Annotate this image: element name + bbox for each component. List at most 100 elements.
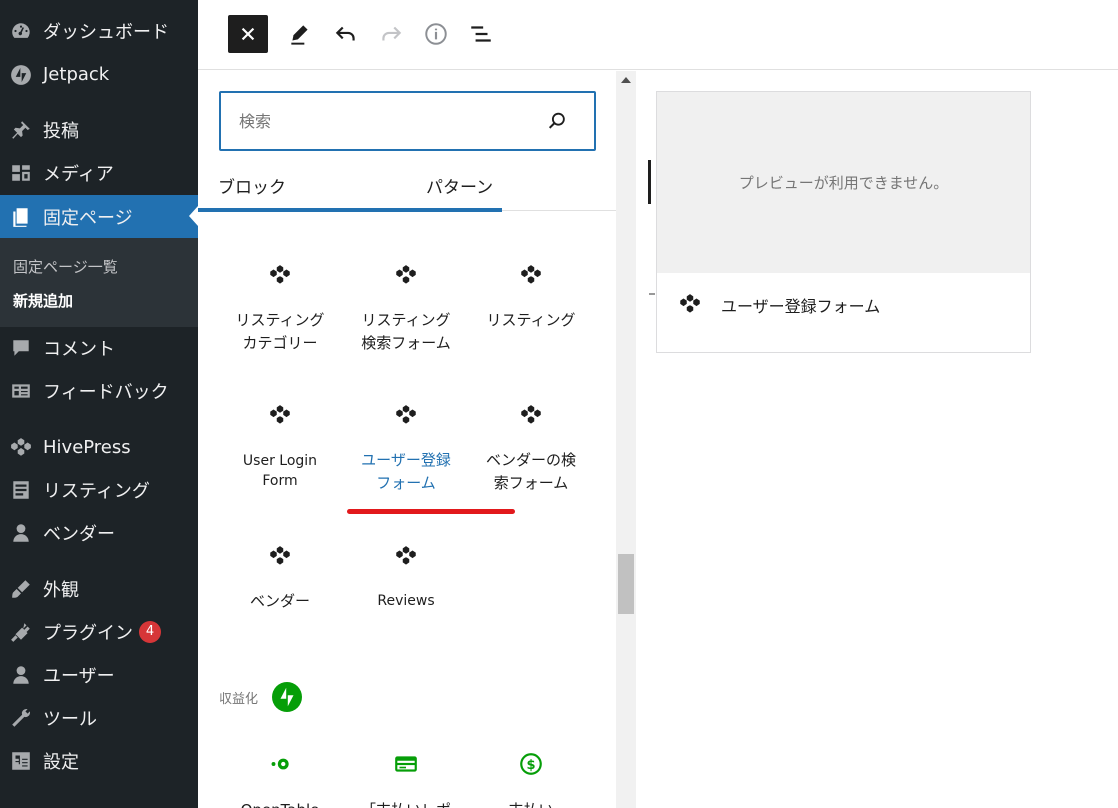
redo-icon bbox=[382, 26, 402, 41]
block-user-login-form[interactable]: User Login Form bbox=[217, 403, 343, 491]
hivepress-icon bbox=[8, 435, 34, 461]
block-search-input[interactable] bbox=[239, 108, 529, 134]
sidebar-item-comments[interactable]: コメント bbox=[0, 326, 198, 369]
block-payments[interactable]: $ bbox=[468, 751, 594, 777]
sidebar-item-users[interactable]: ユーザー bbox=[0, 653, 198, 696]
search-icon[interactable] bbox=[546, 110, 568, 132]
page-icon bbox=[8, 204, 34, 230]
vendor-icon bbox=[8, 520, 34, 546]
inserter-scrollbar[interactable] bbox=[616, 71, 636, 808]
sidebar-item-jetpack[interactable]: Jetpack bbox=[0, 53, 198, 96]
sidebar-item-label: メディア bbox=[43, 163, 114, 185]
inserter-tabs: ブロック パターン bbox=[198, 159, 616, 212]
block-listing-categories[interactable]: リスティング カテゴリー bbox=[217, 263, 343, 355]
block-opentable[interactable] bbox=[217, 751, 343, 777]
undo-icon bbox=[335, 26, 355, 41]
sidebar-item-appearance[interactable]: 外観 bbox=[0, 567, 198, 610]
sidebar-item-label: 設定 bbox=[43, 751, 79, 773]
sidebar-item-label: リスティング bbox=[43, 480, 150, 502]
scroll-up-arrow-icon[interactable] bbox=[621, 77, 631, 83]
category-monetization: 収益化 bbox=[219, 682, 303, 712]
scrollbar-thumb[interactable] bbox=[618, 554, 634, 614]
block-listing-search-form[interactable]: リスティング 検索フォーム bbox=[343, 263, 469, 355]
block-preview-card: プレビューが利用できません。 ユーザー登録フォーム bbox=[656, 91, 1031, 353]
dollar-icon: $ bbox=[520, 753, 542, 775]
sidebar-item-media[interactable]: メディア bbox=[0, 151, 198, 194]
sidebar-item-dashboard[interactable]: ダッシュボード bbox=[0, 9, 198, 52]
list-view-icon bbox=[471, 26, 491, 42]
pin-icon bbox=[8, 117, 34, 143]
sidebar-item-feedback[interactable]: フィードバック bbox=[0, 369, 198, 412]
hivepress-icon bbox=[396, 265, 416, 284]
admin-sidebar: ダッシュボード Jetpack 投稿 メディア 固定ページ 固定ページ一覧 新規… bbox=[0, 0, 198, 808]
jetpack-icon bbox=[8, 62, 34, 88]
submenu-item-all-pages[interactable]: 固定ページ一覧 bbox=[13, 256, 118, 277]
hivepress-icon bbox=[270, 405, 290, 424]
block-user-registration-form[interactable]: ユーザー登録 フォーム bbox=[343, 403, 469, 495]
hivepress-icon bbox=[521, 265, 541, 284]
block-label: リスティング bbox=[486, 311, 576, 329]
block-vendors[interactable]: ベンダー bbox=[217, 544, 343, 613]
hivepress-icon bbox=[680, 294, 700, 313]
canvas-text-edge bbox=[649, 293, 655, 295]
sidebar-item-label: ユーザー bbox=[43, 665, 115, 687]
sidebar-item-hivepress[interactable]: HivePress bbox=[0, 426, 198, 469]
category-label: 収益化 bbox=[219, 691, 259, 707]
dashboard-icon bbox=[8, 18, 34, 44]
sidebar-item-pages[interactable]: 固定ページ bbox=[0, 195, 198, 238]
block-reviews[interactable]: Reviews bbox=[343, 544, 469, 613]
highlight-underline bbox=[347, 509, 515, 514]
undo-button[interactable] bbox=[326, 15, 366, 53]
sidebar-item-posts[interactable]: 投稿 bbox=[0, 108, 198, 151]
block-inserter-panel: ブロック パターン リスティングカテゴリー リスティング検索フォーム リスティン… bbox=[198, 71, 636, 808]
block-label-partial: 支払い bbox=[468, 799, 594, 808]
opentable-icon bbox=[271, 758, 289, 770]
sidebar-item-label: HivePress bbox=[43, 437, 131, 458]
settings-icon bbox=[8, 748, 34, 774]
tools-button[interactable] bbox=[280, 15, 320, 53]
tab-blocks[interactable]: ブロック bbox=[198, 159, 502, 212]
sidebar-item-listings[interactable]: リスティング bbox=[0, 468, 198, 511]
tool-icon bbox=[8, 705, 34, 731]
block-listings[interactable]: リスティング bbox=[468, 263, 594, 332]
block-payment-button[interactable] bbox=[343, 751, 469, 777]
pencil-icon bbox=[291, 25, 308, 45]
list-view-button[interactable] bbox=[461, 15, 501, 53]
feedback-icon bbox=[8, 378, 34, 404]
svg-text:$: $ bbox=[526, 758, 535, 773]
block-label: User Login Form bbox=[242, 453, 318, 489]
editor-toolbar bbox=[198, 0, 1118, 70]
plugin-icon bbox=[8, 619, 34, 645]
close-icon bbox=[241, 27, 255, 41]
tab-patterns[interactable]: パターン bbox=[426, 159, 606, 211]
sidebar-item-settings[interactable]: 設定 bbox=[0, 739, 198, 782]
sidebar-item-label: 固定ページ bbox=[43, 207, 133, 229]
hivepress-icon bbox=[270, 546, 290, 565]
close-inserter-button[interactable] bbox=[228, 15, 268, 53]
listing-icon bbox=[8, 477, 34, 503]
update-count-badge: 4 bbox=[139, 620, 161, 643]
jetpack-icon bbox=[272, 682, 303, 712]
sidebar-item-vendors[interactable]: ベンダー bbox=[0, 511, 198, 554]
pages-submenu: 固定ページ一覧 新規追加 bbox=[0, 238, 198, 327]
preview-block-info: ユーザー登録フォーム bbox=[677, 292, 880, 318]
block-label-partial: OpenTable bbox=[217, 799, 343, 808]
sidebar-item-label: コメント bbox=[43, 338, 115, 360]
redo-button[interactable] bbox=[371, 15, 411, 53]
media-icon bbox=[8, 160, 34, 186]
sidebar-item-label: ベンダー bbox=[43, 523, 115, 545]
appearance-icon bbox=[8, 576, 34, 602]
sidebar-item-plugins[interactable]: プラグイン 4 bbox=[0, 610, 198, 653]
submenu-item-add-new[interactable]: 新規追加 bbox=[13, 290, 73, 311]
details-button[interactable] bbox=[416, 15, 456, 53]
sidebar-item-label: フィードバック bbox=[43, 381, 169, 403]
sidebar-item-tools[interactable]: ツール bbox=[0, 696, 198, 739]
block-vendor-search-form[interactable]: ベンダーの検 索フォーム bbox=[468, 403, 594, 495]
block-label: ベンダーの検 索フォーム bbox=[485, 451, 576, 492]
hivepress-icon bbox=[270, 265, 290, 284]
sidebar-item-label: 外観 bbox=[43, 579, 79, 601]
sidebar-item-label: ダッシュボード bbox=[43, 21, 169, 43]
hivepress-icon bbox=[521, 405, 541, 424]
block-label: リスティング 検索フォーム bbox=[361, 311, 451, 352]
block-label: Reviews bbox=[377, 593, 435, 609]
